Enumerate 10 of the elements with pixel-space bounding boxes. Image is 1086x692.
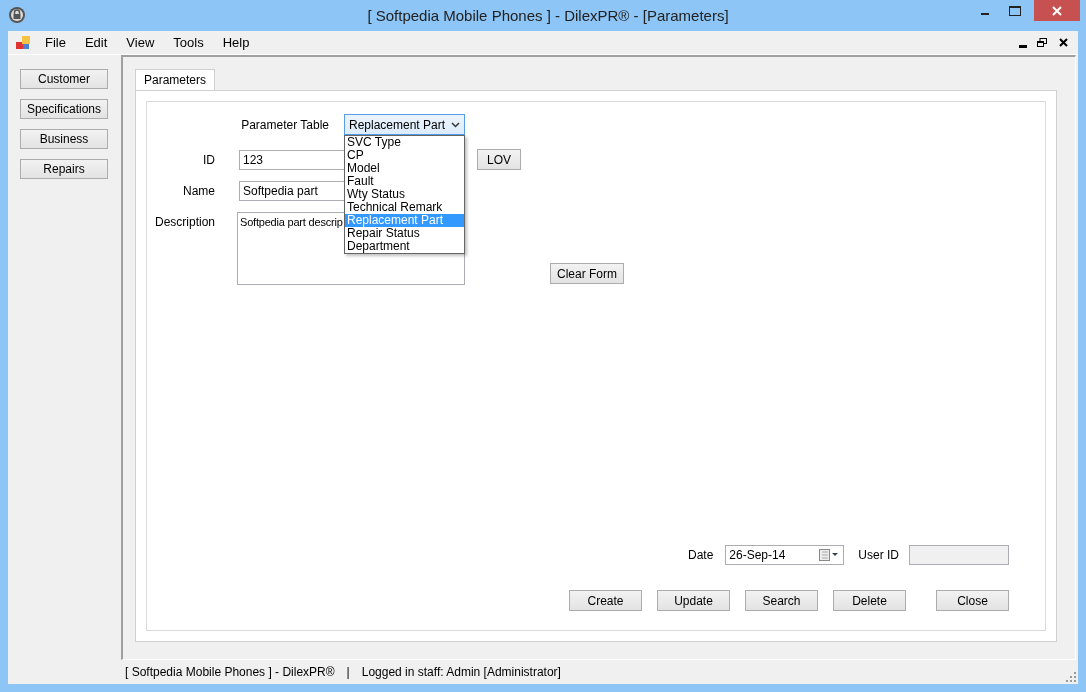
field-label: ID <box>202 152 215 167</box>
field-label: Parameter Table <box>240 117 329 132</box>
status-separator: | <box>346 665 350 679</box>
field-label: Date <box>687 548 714 562</box>
status-text: [ Softpedia Mobile Phones ] - DilexPR® <box>125 665 335 679</box>
field-label: Name <box>182 184 215 198</box>
window-title: [ Softpedia Mobile Phones ] - DilexPR® - [Parameters] <box>366 7 730 24</box>
status-text: Logged in staff: Admin [Administrator] <box>361 665 561 679</box>
field-label: User ID <box>858 548 899 562</box>
field-label: Description <box>153 214 215 229</box>
